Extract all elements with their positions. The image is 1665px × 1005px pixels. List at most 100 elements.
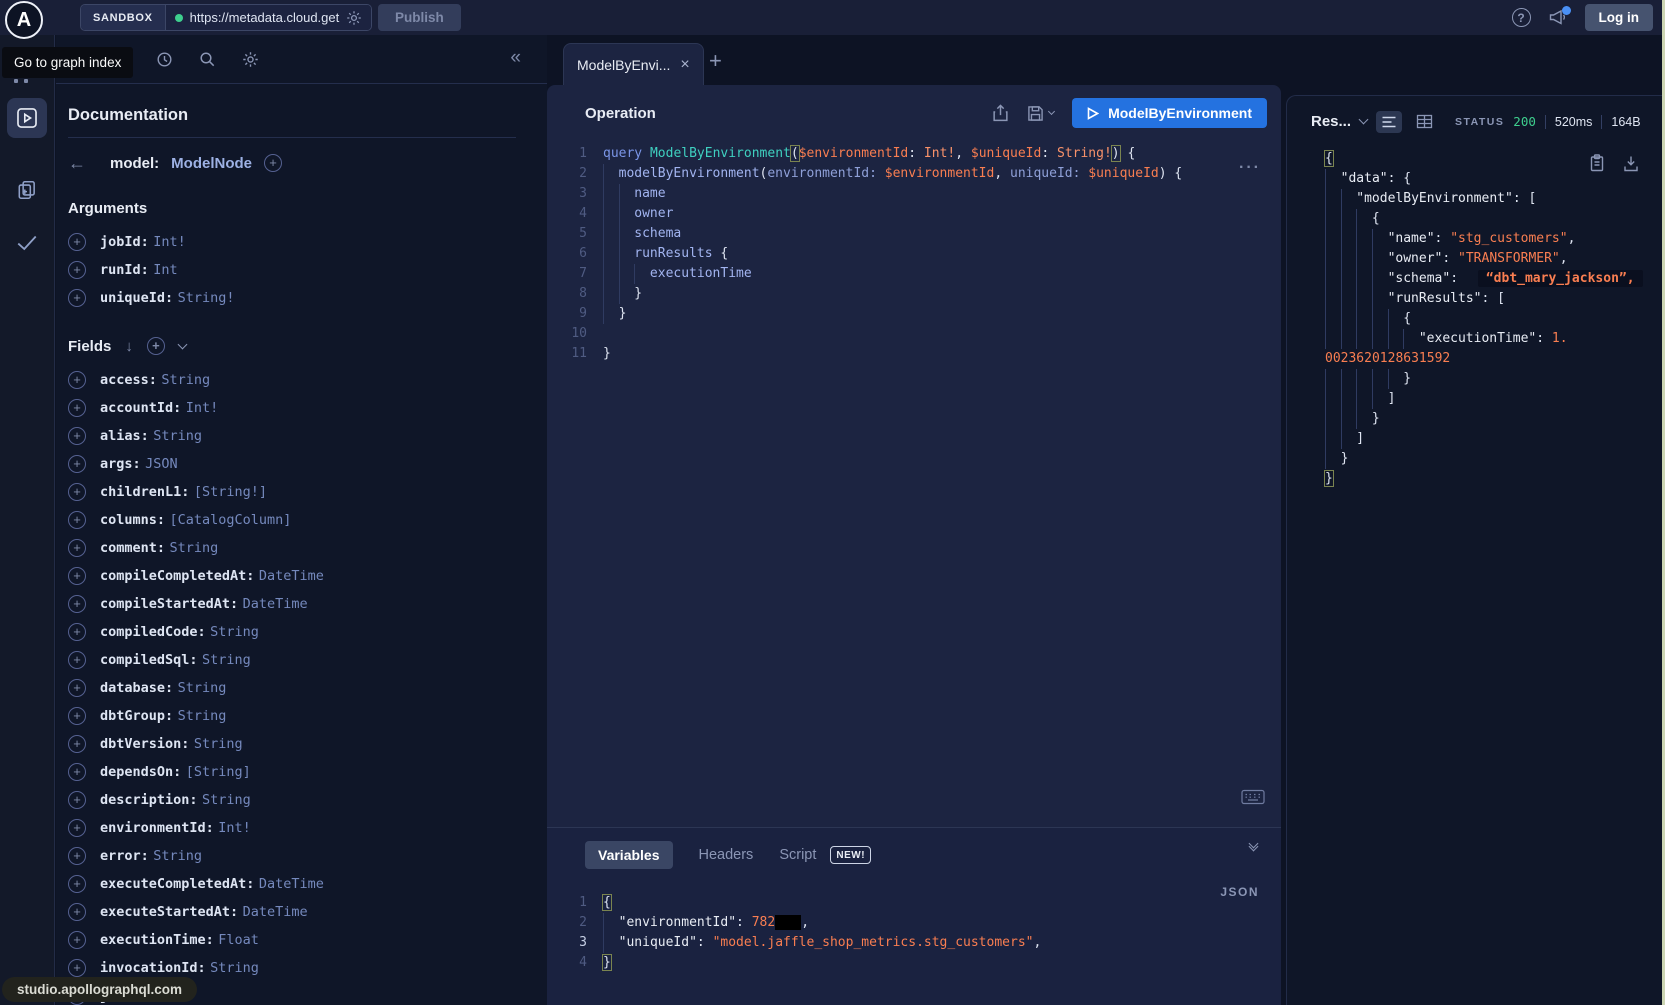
announcements-megaphone-icon[interactable] (1548, 9, 1568, 26)
collapse-sidebar-icon[interactable]: « (510, 47, 521, 69)
schema-field-row[interactable]: +executionTime: Float (68, 926, 547, 954)
schema-field-row[interactable]: +compiledSql: String (68, 646, 547, 674)
apollo-logo[interactable]: A (5, 1, 43, 39)
history-icon[interactable] (156, 51, 173, 68)
schema-field-row[interactable]: +dbtGroup: String (68, 702, 547, 730)
add-to-query-icon[interactable]: + (68, 959, 86, 977)
schema-field-row[interactable]: +error: String (68, 842, 547, 870)
response-view-chevron-icon[interactable] (1359, 115, 1369, 125)
add-to-query-icon[interactable]: + (68, 289, 86, 307)
checks-nav-icon[interactable] (7, 223, 47, 263)
add-to-query-icon[interactable]: + (68, 819, 86, 837)
keyboard-shortcuts-icon[interactable] (1241, 789, 1265, 805)
line-number: 1 (547, 144, 587, 164)
run-operation-button[interactable]: ModelByEnvironment (1072, 98, 1267, 128)
explorer-nav-icon[interactable] (7, 98, 47, 138)
settings-gear-icon[interactable] (242, 51, 259, 68)
add-to-query-icon[interactable]: + (68, 791, 86, 809)
new-tab-button[interactable]: + (709, 48, 722, 74)
back-arrow-icon[interactable]: ← (68, 154, 86, 172)
schema-field-row[interactable]: +jobId: Int! (68, 228, 547, 256)
table-view-icon[interactable] (1411, 110, 1438, 133)
add-to-query-icon[interactable]: + (68, 931, 86, 949)
schema-field-row[interactable]: +childrenL1: [String!] (68, 478, 547, 506)
add-to-query-icon[interactable]: + (68, 651, 86, 669)
add-to-query-icon[interactable]: + (68, 903, 86, 921)
fields-options-chevron-icon[interactable] (177, 339, 187, 349)
save-operation-button[interactable] (1027, 105, 1054, 122)
connection-settings-gear-icon[interactable] (346, 10, 362, 26)
help-icon[interactable]: ? (1512, 8, 1531, 27)
add-to-query-icon[interactable]: + (68, 875, 86, 893)
login-button[interactable]: Log in (1585, 4, 1654, 31)
add-to-query-icon[interactable]: + (68, 679, 86, 697)
add-to-query-icon[interactable]: + (68, 539, 86, 557)
schema-field-row[interactable]: +runId: Int (68, 256, 547, 284)
operation-editor[interactable]: 1query ModelByEnvironment($environmentId… (547, 144, 1281, 364)
sort-fields-icon[interactable]: ↓ (125, 338, 133, 355)
schema-field-row[interactable]: +executeCompletedAt: DateTime (68, 870, 547, 898)
schema-field-row[interactable]: +accountId: Int! (68, 394, 547, 422)
variables-editor[interactable]: 1{2"environmentId": 782,3"uniqueId": "mo… (547, 893, 1281, 973)
copy-response-icon[interactable] (1589, 154, 1605, 172)
schema-field-row[interactable]: +environmentId: Int! (68, 814, 547, 842)
schema-field-row[interactable]: +compileStartedAt: DateTime (68, 590, 547, 618)
tab-variables[interactable]: Variables (585, 841, 673, 869)
share-operation-icon[interactable] (992, 104, 1009, 122)
add-to-query-icon[interactable]: + (68, 567, 86, 585)
schema-field-row[interactable]: +executeStartedAt: DateTime (68, 898, 547, 926)
save-options-chevron-icon[interactable] (1048, 108, 1055, 115)
add-to-query-icon[interactable]: + (68, 233, 86, 251)
add-to-query-icon[interactable]: + (68, 371, 86, 389)
schema-field-row[interactable]: +args: JSON (68, 450, 547, 478)
schema-field-row[interactable]: +compiledCode: String (68, 618, 547, 646)
close-tab-icon[interactable]: × (680, 57, 689, 73)
add-to-query-icon[interactable]: + (68, 455, 86, 473)
schema-field-row[interactable]: +database: String (68, 674, 547, 702)
add-to-query-icon[interactable]: + (68, 483, 86, 501)
schema-field-row[interactable]: +comment: String (68, 534, 547, 562)
breadcrumb-type-link[interactable]: ModelNode (171, 155, 252, 172)
endpoint-url-input[interactable]: https://metadata.cloud.get (190, 10, 340, 25)
graph-index-tooltip: Go to graph index (2, 47, 133, 78)
endpoint-url-box[interactable]: https://metadata.cloud.get (166, 5, 372, 30)
tab-headers[interactable]: Headers (699, 847, 754, 863)
tab-script[interactable]: Script (779, 847, 816, 863)
operation-options-ellipsis-icon[interactable]: ··· (1239, 159, 1261, 177)
add-to-query-icon[interactable]: + (68, 595, 86, 613)
add-to-query-icon[interactable]: + (68, 427, 86, 445)
add-all-fields-icon[interactable]: + (147, 337, 165, 355)
add-to-query-icon[interactable]: + (68, 399, 86, 417)
code-line: "owner": "TRANSFORMER", (1325, 249, 1665, 269)
divider (1545, 115, 1546, 129)
line-number: 5 (547, 224, 587, 244)
schema-field-row[interactable]: +uniqueId: String! (68, 284, 547, 312)
add-to-query-icon[interactable]: + (68, 261, 86, 279)
schema-field-row[interactable]: +access: String (68, 366, 547, 394)
schema-field-row[interactable]: +dependsOn: [String] (68, 758, 547, 786)
download-response-icon[interactable] (1623, 154, 1639, 172)
schema-field-row[interactable]: +alias: String (68, 422, 547, 450)
collections-nav-icon[interactable] (7, 170, 47, 210)
search-icon[interactable] (199, 51, 216, 68)
schema-field-row[interactable]: +description: String (68, 786, 547, 814)
formatted-view-icon[interactable] (1376, 111, 1402, 133)
response-time: 520ms (1555, 115, 1593, 129)
add-to-query-icon[interactable]: + (68, 623, 86, 641)
response-panel-title[interactable]: Res... (1311, 113, 1351, 130)
graph-index-icon[interactable] (14, 79, 28, 83)
add-to-query-icon[interactable]: + (68, 763, 86, 781)
collapse-variables-chevron-icon[interactable] (1250, 844, 1257, 850)
add-field-icon[interactable]: + (264, 154, 282, 172)
operation-tab[interactable]: ModelByEnvi... × (563, 43, 704, 86)
add-to-query-icon[interactable]: + (68, 735, 86, 753)
add-to-query-icon[interactable]: + (68, 847, 86, 865)
schema-field-row[interactable]: +columns: [CatalogColumn] (68, 506, 547, 534)
schema-field-row[interactable]: +dbtVersion: String (68, 730, 547, 758)
schema-field-row[interactable]: +compileCompletedAt: DateTime (68, 562, 547, 590)
line-number: 6 (547, 244, 587, 264)
add-to-query-icon[interactable]: + (68, 511, 86, 529)
publish-button[interactable]: Publish (378, 4, 461, 31)
add-to-query-icon[interactable]: + (68, 707, 86, 725)
code-line: "executionTime": 1. (1325, 329, 1665, 349)
